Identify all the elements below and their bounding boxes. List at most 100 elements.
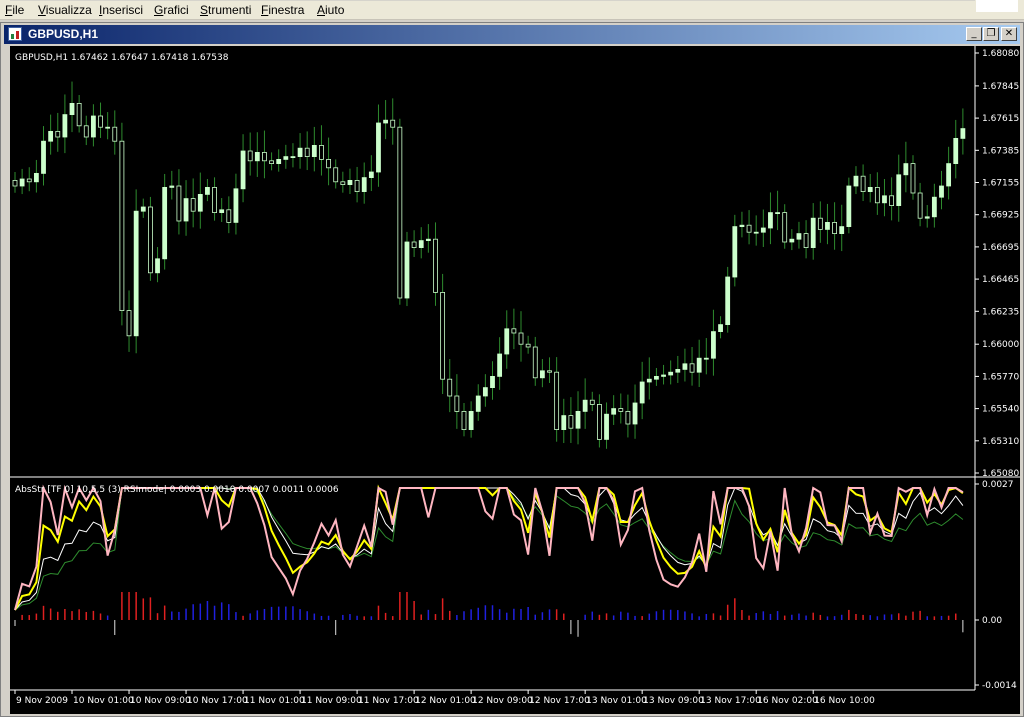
y-tick-label: 1.67155 [982, 179, 1019, 189]
candle-body [931, 196, 937, 218]
candle-body [119, 140, 125, 311]
candle-body [889, 195, 895, 207]
candle-body [525, 343, 531, 348]
candle-body [333, 167, 339, 183]
x-tick-label: 10 Nov 01:00 [73, 696, 134, 706]
candle-body [511, 328, 517, 334]
candle-body [832, 221, 837, 234]
candle-body [668, 371, 674, 376]
candle-body [703, 357, 709, 360]
y-tick-label: 1.65770 [982, 372, 1019, 382]
candle-body [625, 410, 631, 425]
price-panel-header: GBPUSD,H1 1.67462 1.67647 1.67418 1.6753… [15, 53, 229, 63]
candle-body [140, 206, 146, 212]
candle-body [155, 258, 160, 274]
indicator-y-tick-label: 0.0027 [982, 480, 1014, 490]
candle-body [689, 363, 695, 373]
candle-body [910, 163, 916, 194]
y-tick-label: 1.66000 [982, 340, 1019, 350]
candle-body [454, 395, 460, 412]
candle-body [12, 179, 18, 187]
candle-body [696, 357, 702, 373]
candle-body [83, 125, 89, 138]
candle-body [846, 185, 852, 227]
candle-body [518, 332, 524, 345]
candle-body [775, 212, 780, 215]
candle-body [497, 353, 503, 377]
candle-body [675, 368, 681, 373]
candle-body [247, 150, 253, 162]
candle-body [368, 171, 374, 178]
candle-body [568, 415, 574, 429]
y-tick-label: 1.66925 [982, 211, 1019, 221]
candle-body [896, 174, 902, 207]
candle-body [254, 151, 260, 162]
candle-body [347, 179, 353, 185]
candle-body [718, 324, 723, 333]
candle-body [468, 410, 474, 430]
y-tick-label: 1.67385 [982, 146, 1019, 156]
x-tick-label: 16 Nov 10:00 [814, 696, 875, 706]
candle-body [433, 238, 438, 293]
candle-body [632, 402, 638, 425]
y-tick-label: 1.66465 [982, 275, 1019, 285]
candle-body [233, 188, 239, 223]
candle-body [917, 192, 923, 219]
candle-body [953, 137, 959, 164]
candle-body [190, 198, 196, 212]
candle-body [240, 150, 246, 190]
y-tick-label: 1.66235 [982, 307, 1019, 317]
x-tick-label: 12 Nov 17:00 [529, 696, 590, 706]
y-tick-label: 1.65310 [982, 437, 1019, 447]
x-tick-label: 11 Nov 17:00 [358, 696, 419, 706]
candle-body [504, 328, 510, 355]
candle-body [597, 403, 602, 440]
candle-body [169, 185, 175, 188]
candle-body [867, 186, 873, 192]
y-tick-label: 1.68080 [982, 49, 1019, 59]
candle-body [732, 226, 738, 278]
candle-body [148, 206, 153, 274]
candle-body [319, 144, 324, 160]
candle-body [383, 119, 388, 124]
candle-body [219, 209, 225, 214]
candle-body [661, 374, 666, 377]
candle-body [283, 156, 289, 160]
candle-body [297, 147, 303, 157]
y-tick-label: 1.65080 [982, 469, 1019, 479]
candle-body [753, 231, 759, 234]
candle-body [882, 195, 887, 204]
candle-body [853, 175, 859, 187]
chart-area[interactable]: 1.67538 1.68080 1.67845 1.67615 1.67385 1.67… [0, 0, 1024, 717]
candle-body [262, 151, 267, 162]
candle-body [803, 233, 809, 249]
candle-body [425, 238, 431, 241]
y-tick-label: 1.67615 [982, 114, 1019, 124]
candle-body [711, 331, 716, 359]
candle-body [133, 210, 139, 337]
current-price-label: 1.67538 [980, 0, 1017, 3]
candle-body [197, 193, 203, 212]
candle-body [825, 221, 830, 230]
candle-body [226, 209, 232, 223]
candle-body [290, 156, 296, 159]
x-tick-label: 16 Nov 02:00 [757, 696, 818, 706]
candle-body [561, 415, 567, 431]
candle-body [839, 226, 845, 235]
candle-body [575, 410, 581, 429]
candle-body [48, 130, 54, 142]
candle-body [112, 126, 118, 142]
candle-body [739, 224, 745, 227]
x-tick-label: 10 Nov 17:00 [187, 696, 248, 706]
candle-body [33, 172, 39, 183]
candle-body [176, 185, 182, 222]
candle-body [810, 217, 816, 248]
candle-body [860, 175, 866, 192]
candle-body [26, 178, 32, 183]
candle-body [725, 276, 731, 325]
candle-body [376, 122, 381, 173]
candle-body [311, 144, 317, 157]
x-tick-label: 12 Nov 09:00 [472, 696, 533, 706]
candle-body [304, 147, 310, 157]
candle-body [924, 216, 930, 219]
